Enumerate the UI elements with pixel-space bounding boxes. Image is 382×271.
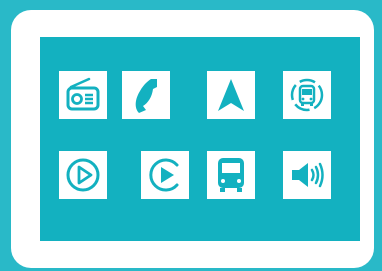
radio-icon bbox=[66, 77, 100, 111]
app-background bbox=[0, 0, 382, 271]
play-circle-alt-icon bbox=[149, 158, 179, 192]
radio-button[interactable] bbox=[59, 71, 107, 119]
navigation-arrow-icon bbox=[218, 79, 244, 111]
play-button[interactable] bbox=[59, 151, 107, 199]
phone-button[interactable] bbox=[122, 71, 170, 119]
bus-icon bbox=[218, 158, 244, 192]
volume-button[interactable] bbox=[283, 151, 331, 199]
bus-stop-icon bbox=[290, 78, 324, 112]
bus-button[interactable] bbox=[207, 151, 255, 199]
navigation-button[interactable] bbox=[207, 71, 255, 119]
play-circle-icon bbox=[66, 158, 100, 192]
bus-stop-button[interactable] bbox=[283, 71, 331, 119]
phone-icon bbox=[135, 79, 157, 113]
speaker-volume-icon bbox=[292, 162, 324, 188]
display-screen bbox=[40, 37, 360, 241]
media-player-button[interactable] bbox=[141, 151, 189, 199]
